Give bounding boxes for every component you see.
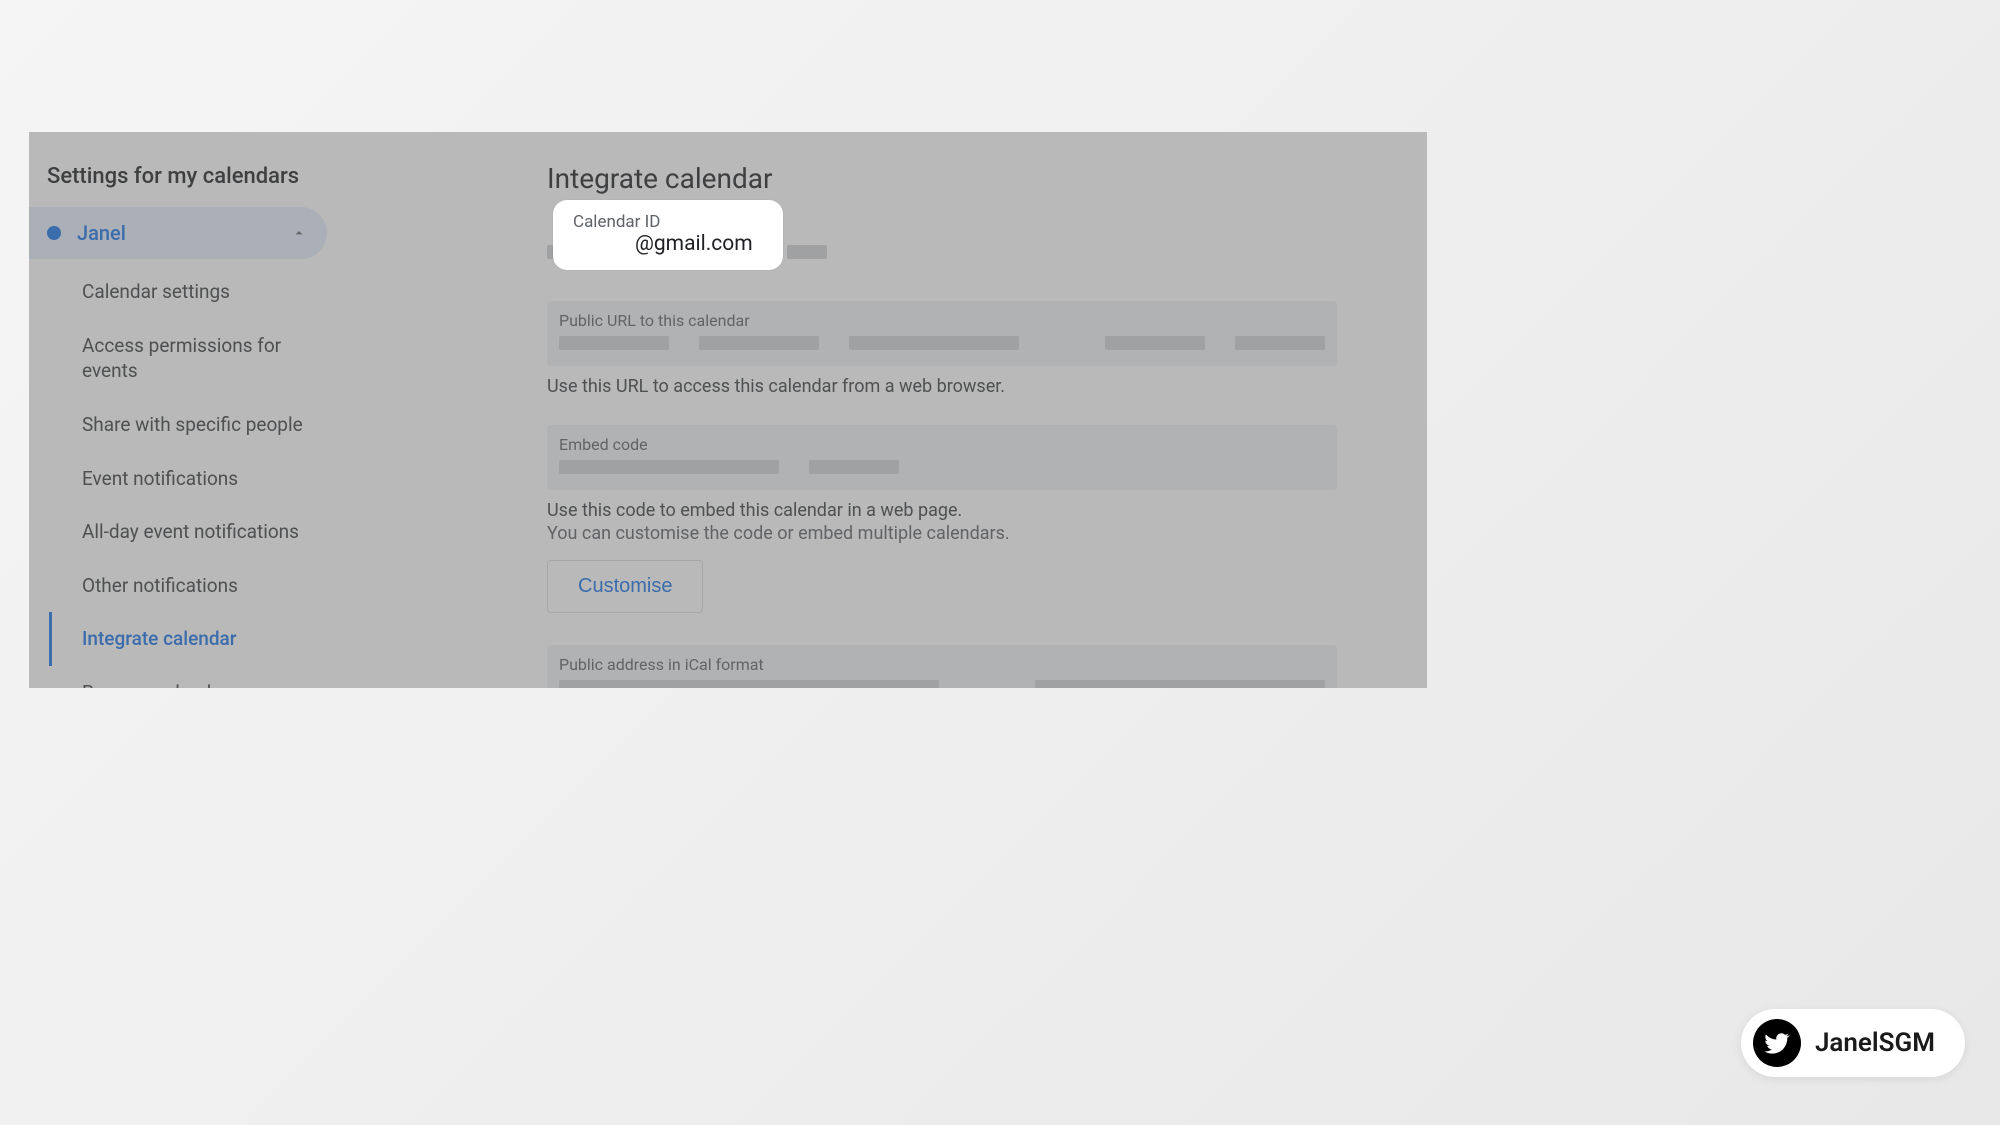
sidebar: Settings for my calendars Janel Calendar… [29, 132, 359, 688]
embed-sub: You can customise the code or embed mult… [547, 523, 1387, 544]
main-panel: Integrate calendar Public URL to this ca… [359, 132, 1427, 688]
public-url-helper: Use this URL to access this calendar fro… [547, 376, 1387, 397]
settings-window: Settings for my calendars Janel Calendar… [29, 132, 1427, 688]
chevron-up-icon [289, 223, 309, 243]
public-url-block: Public URL to this calendar Use this URL… [547, 301, 1387, 397]
attribution-pill[interactable]: JanelSGM [1741, 1009, 1965, 1077]
calendar-id-label: Calendar ID [573, 212, 763, 232]
ical-block: Public address in iCal format [547, 645, 1387, 688]
calendar-name: Janel [77, 221, 289, 245]
customise-button[interactable]: Customise [547, 560, 703, 613]
nav-remove-calendar[interactable]: Remove calendar [49, 666, 339, 688]
embed-helper: Use this code to embed this calendar in … [547, 500, 1387, 521]
ical-input[interactable]: Public address in iCal format [547, 645, 1337, 688]
nav-items: Calendar settings Access permissions for… [29, 265, 359, 688]
embed-input[interactable]: Embed code [547, 425, 1337, 490]
twitter-icon [1753, 1019, 1801, 1067]
sidebar-heading: Settings for my calendars [29, 152, 359, 207]
calendar-header[interactable]: Janel [29, 207, 327, 259]
nav-event-notifications[interactable]: Event notifications [49, 452, 339, 506]
embed-block: Embed code Use this code to embed this c… [547, 425, 1387, 613]
calendar-color-dot [47, 226, 61, 240]
input-label: Public URL to this calendar [559, 311, 1325, 330]
nav-integrate-calendar[interactable]: Integrate calendar [49, 612, 339, 666]
page-title: Integrate calendar [547, 162, 1387, 195]
attribution-handle: JanelSGM [1815, 1028, 1935, 1058]
input-label: Embed code [559, 435, 1325, 454]
input-label: Public address in iCal format [559, 655, 1325, 674]
nav-other-notifications[interactable]: Other notifications [49, 559, 339, 613]
nav-access-permissions[interactable]: Access permissions for events [49, 319, 339, 398]
calendar-id-highlight: Calendar ID @gmail.com [553, 200, 783, 270]
public-url-input[interactable]: Public URL to this calendar [547, 301, 1337, 366]
nav-calendar-settings[interactable]: Calendar settings [49, 265, 339, 319]
calendar-id-value: @gmail.com [573, 232, 763, 256]
nav-all-day-notifications[interactable]: All-day event notifications [49, 505, 339, 559]
nav-share[interactable]: Share with specific people [49, 398, 339, 452]
